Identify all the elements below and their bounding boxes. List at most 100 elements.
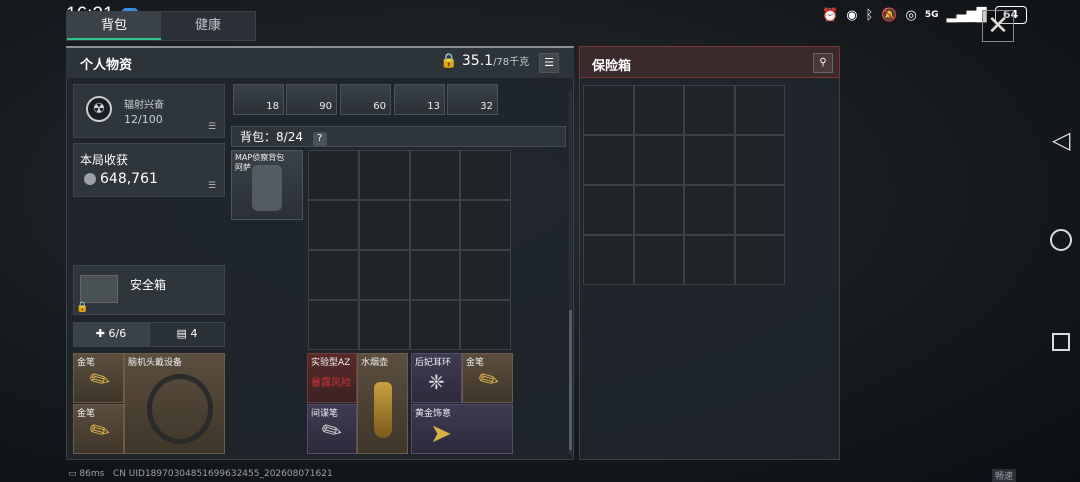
grid-cell[interactable] xyxy=(308,300,359,350)
loot-item-slot[interactable]: 间谍笔 ✎ xyxy=(307,404,357,454)
coin-icon xyxy=(84,173,96,185)
medkit-icon: ✚ xyxy=(95,327,105,340)
gold-pen-slot-2[interactable]: 金笔 ✎ xyxy=(73,404,124,454)
grid-cell[interactable] xyxy=(684,185,735,235)
grid-cell[interactable] xyxy=(734,135,785,185)
grid-cell[interactable] xyxy=(583,85,634,135)
loot-item-slot[interactable]: 后妃耳环 ❈ xyxy=(411,353,462,403)
gold-ornament-icon: ➤ xyxy=(430,419,452,449)
grid-cell[interactable] xyxy=(684,235,735,285)
backpack-grid xyxy=(308,150,511,350)
grid-cell[interactable] xyxy=(358,250,410,300)
network-label: 5G xyxy=(924,10,939,20)
grid-cell[interactable] xyxy=(460,300,511,350)
lock-icon: 🔒 xyxy=(440,53,458,69)
radiation-menu-icon[interactable]: ☰ xyxy=(208,122,216,132)
grid-cell[interactable] xyxy=(409,300,461,350)
ping-value: 86ms xyxy=(79,469,105,479)
nav-home-button[interactable] xyxy=(1050,229,1072,251)
ammo-slot-5[interactable]: 32 xyxy=(447,84,498,115)
grid-cell[interactable] xyxy=(358,300,410,350)
hotspot-icon: ◎ xyxy=(905,7,917,23)
mute-icon: 🔕 xyxy=(881,7,898,23)
grid-cell[interactable] xyxy=(583,185,634,235)
bluetooth-icon: ᛒ xyxy=(865,7,874,23)
brain-device-slot[interactable]: 脑机头戴设备 xyxy=(124,353,225,454)
grid-cell[interactable] xyxy=(684,135,735,185)
panel-title: 个人物资 xyxy=(80,58,133,73)
grid-cell[interactable] xyxy=(460,200,511,250)
footer-info: ▭ 86ms CN UID18970304851699632455_202608… xyxy=(68,469,333,479)
earnings-display: 648,761 xyxy=(84,171,158,187)
grid-cell[interactable] xyxy=(633,235,684,285)
ammo-slot-4[interactable]: 13 xyxy=(394,84,445,115)
earnings-value: 648,761 xyxy=(100,171,158,187)
grid-cell[interactable] xyxy=(734,185,785,235)
grid-cell[interactable] xyxy=(734,85,785,135)
scrollbar-thumb[interactable] xyxy=(569,310,572,450)
safe-box-title: 保险箱 xyxy=(592,59,632,74)
earnings-menu-icon[interactable]: ☰ xyxy=(208,181,216,191)
backpack-capacity-bar: 背包：8/24 ? xyxy=(231,126,566,147)
hookah-icon xyxy=(374,382,392,438)
backpack-item-slot[interactable]: MAP侦察背包 阿萨 xyxy=(231,150,303,220)
close-button[interactable]: ✕ xyxy=(982,10,1014,42)
grid-cell[interactable] xyxy=(684,85,735,135)
eye-icon: ◉ xyxy=(846,7,858,23)
nav-back-button[interactable]: ◁ xyxy=(1052,126,1070,154)
ammo-slot-3[interactable]: 60 xyxy=(340,84,391,115)
headset-icon xyxy=(147,374,213,444)
backpack-label: 背包： xyxy=(240,130,277,144)
loot-item-slot[interactable]: 黄金饰意 ➤ xyxy=(411,404,513,454)
tab-health[interactable]: 健康 xyxy=(161,12,255,40)
ammo-slot-1[interactable]: 18 xyxy=(233,84,284,115)
grid-cell[interactable] xyxy=(308,150,359,200)
medkit-counter[interactable]: ✚ 6/6 xyxy=(73,322,149,347)
radiation-label: 辐射兴奋 xyxy=(124,100,164,111)
weight-unit: /78千克 xyxy=(493,57,530,68)
scrollbar-track xyxy=(569,90,572,455)
grid-cell[interactable] xyxy=(633,135,684,185)
nav-recent-button[interactable] xyxy=(1052,333,1070,351)
grid-cell[interactable] xyxy=(358,200,410,250)
help-button[interactable]: ? xyxy=(312,132,327,146)
safe-case-label: 安全箱 xyxy=(130,278,167,292)
loot-item-slot[interactable]: 水烟壶 xyxy=(357,353,408,454)
grid-cell[interactable] xyxy=(308,250,359,300)
grid-cell[interactable] xyxy=(460,150,511,200)
grid-cell[interactable] xyxy=(734,235,785,285)
loot-item-slot[interactable]: 金笔 ✎ xyxy=(462,353,513,403)
pin-button[interactable]: ⚲ xyxy=(813,53,833,73)
clip-icon: ▤ xyxy=(176,327,187,340)
grid-cell[interactable] xyxy=(358,150,410,200)
lock-small-icon: 🔒 xyxy=(76,302,89,313)
ammo-slot-2[interactable]: 90 xyxy=(286,84,337,115)
grid-cell[interactable] xyxy=(460,250,511,300)
connection-mode-label: 畅速 xyxy=(992,469,1017,482)
grid-cell[interactable] xyxy=(409,250,461,300)
clip-counter[interactable]: ▤ 4 xyxy=(149,322,225,347)
gold-pen-slot-1[interactable]: 金笔 ✎ xyxy=(73,353,124,403)
radiation-value: 12/100 xyxy=(124,113,163,126)
medkit-count: 6/6 xyxy=(108,327,127,340)
clip-count: 4 xyxy=(190,327,198,340)
tab-backpack[interactable]: 背包 xyxy=(67,12,161,40)
backpack-icon xyxy=(252,165,282,211)
grid-cell[interactable] xyxy=(308,200,359,250)
grid-cell[interactable] xyxy=(583,235,634,285)
grid-cell[interactable] xyxy=(633,185,684,235)
earring-icon: ❈ xyxy=(428,370,445,394)
loot-item-slot[interactable]: 实验型AZ 暴露风险 xyxy=(307,353,357,403)
backpack-capacity: /24 xyxy=(283,130,303,144)
grid-cell[interactable] xyxy=(409,200,461,250)
grid-cell[interactable] xyxy=(583,135,634,185)
grid-cell[interactable] xyxy=(633,85,684,135)
weight-display: 🔒 35.1/78千克 xyxy=(440,53,529,69)
pin-icon: ⚲ xyxy=(819,57,827,68)
safe-case-image xyxy=(80,275,118,303)
grid-cell[interactable] xyxy=(409,150,461,200)
sort-list-button[interactable]: ☰ xyxy=(539,53,559,73)
earnings-label: 本局收获 xyxy=(80,153,129,167)
inventory-tabs: 背包 健康 xyxy=(66,11,256,41)
battery-small-icon: ▭ xyxy=(68,469,77,479)
